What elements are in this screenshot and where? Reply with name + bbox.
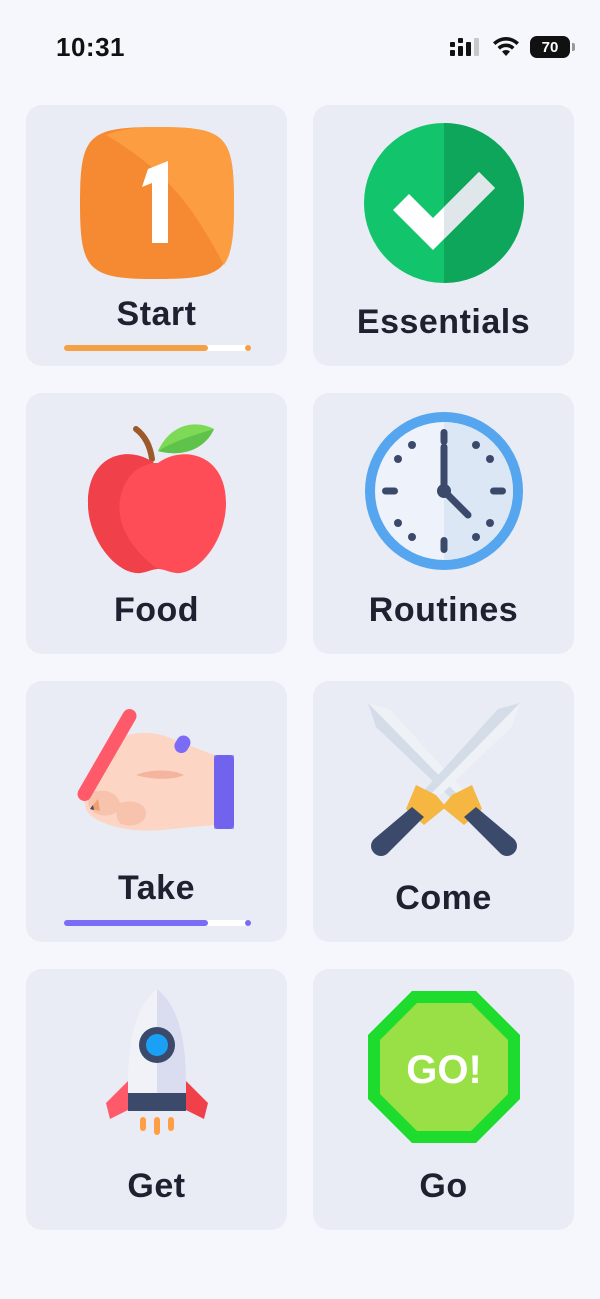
hand-writing-icon [77,709,234,831]
progress-fill [64,345,209,351]
progress-end-dot [245,920,251,926]
checkmark-icon [363,123,524,283]
clock-icon [364,412,523,570]
category-card-essentials[interactable]: Essentials [313,105,574,366]
progress-fill [64,920,209,926]
category-label: Get [127,1167,186,1205]
go-sign-icon: GO! [367,991,520,1143]
category-card-go[interactable]: GO! Go [313,969,574,1230]
category-label: Start [116,295,197,333]
category-card-get[interactable]: Get [26,969,287,1230]
category-card-start[interactable]: Start [26,105,287,366]
category-label: Take [118,869,195,907]
go-sign-text: GO! [406,1048,482,1092]
category-label: Come [395,879,492,917]
progress-bar [64,920,251,926]
progress-bar [64,345,251,351]
category-card-food[interactable]: Food [26,393,287,654]
status-icons: 70 [450,36,575,58]
wifi-icon [493,37,519,56]
status-time: 10:31 [56,32,125,62]
signal-icon [450,38,479,56]
category-label: Food [113,591,200,629]
category-card-come[interactable]: Come [313,681,574,942]
status-bar: 10:31 70 [0,0,600,96]
number-one-icon [79,127,234,279]
battery-icon: 70 [530,36,575,58]
rocket-icon [105,989,208,1135]
category-label: Essentials [356,303,531,341]
progress-end-dot [245,345,251,351]
category-label: Go [419,1167,468,1205]
apple-icon [87,424,226,574]
battery-level: 70 [541,38,559,56]
category-card-take[interactable]: Take [26,681,287,942]
category-card-routines[interactable]: Routines [313,393,574,654]
category-label: Routines [368,591,519,629]
crossed-swords-icon [367,703,520,856]
